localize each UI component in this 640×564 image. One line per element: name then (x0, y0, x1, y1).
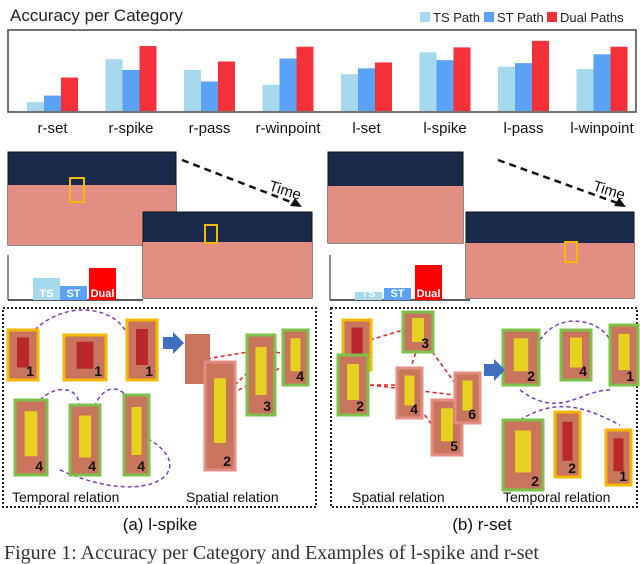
bar-r-set-2 (61, 77, 78, 111)
court-floor (328, 186, 463, 243)
player-figure (255, 347, 267, 395)
player-figure (76, 341, 94, 369)
mini-bar-label: Dual (91, 288, 115, 300)
legend-label: ST Path (497, 10, 544, 25)
panel-b-crops: 123456221241 (336, 310, 640, 492)
player-id: 1 (626, 368, 634, 384)
legend-label: TS Path (433, 10, 480, 25)
chart-legend: TS Path ST Path Dual Paths (420, 10, 624, 25)
bar-r-winpoint-2 (296, 46, 314, 111)
player-id: 2 (356, 398, 364, 414)
panel-b-right-label: Temporal relation (503, 489, 610, 505)
bar-r-pass-0 (184, 70, 201, 111)
bar-r-pass-1 (201, 81, 218, 111)
bar-r-spike-2 (139, 46, 157, 111)
mini-bar-label: TS (361, 288, 375, 300)
bar-l-set-0 (341, 74, 358, 111)
bar-l-pass-1 (515, 63, 532, 111)
legend-swatch (484, 12, 494, 22)
player-id: 1 (94, 363, 102, 379)
bar-l-pass-0 (498, 66, 515, 111)
player-id: 4 (88, 458, 96, 474)
player-figure (613, 438, 624, 472)
chart-bars (27, 40, 628, 111)
player-id: 4 (296, 368, 304, 384)
category-label: r-pass (189, 120, 231, 137)
panel-a-right-label: Spatial relation (186, 489, 279, 505)
bar-r-set-0 (27, 102, 44, 111)
panel-b-left-label: Spatial relation (352, 489, 445, 505)
player-id: 1 (145, 363, 153, 379)
player-id: 3 (421, 335, 429, 351)
legend-label: Dual Paths (560, 10, 624, 25)
category-label: l-pass (503, 120, 543, 137)
player-figure (24, 411, 38, 457)
court-floor (466, 243, 634, 298)
player-figure (515, 430, 531, 473)
panel-a-crops: 1 1 1 4 4 4 2 3 4 (6, 309, 310, 488)
player-figure (290, 338, 301, 372)
player-id: 2 (223, 453, 231, 469)
player-figure (347, 364, 359, 400)
player-figure (513, 338, 529, 372)
panel-a-left-label: Temporal relation (12, 489, 119, 505)
player-id: 6 (468, 406, 476, 422)
figure: Accuracy per Category TS Path ST Path Dual… (2, 6, 640, 564)
mini-bar-label: ST (390, 288, 404, 300)
bar-l-spike-2 (453, 47, 471, 111)
player-figure (214, 378, 226, 443)
mini-bar-label: TS (39, 288, 53, 300)
legend-swatch (420, 12, 430, 22)
bar-r-spike-1 (122, 70, 140, 111)
category-label: l-set (352, 120, 381, 137)
bar-r-spike-0 (105, 59, 123, 111)
bar-l-spike-1 (436, 60, 454, 111)
figure-caption: Figure 1: Accuracy per Category and Exam… (4, 542, 539, 564)
player-figure (441, 408, 453, 442)
panel-a-caption: (a) l-spike (123, 515, 198, 534)
player-id: 4 (35, 458, 43, 474)
player-id: 4 (410, 401, 418, 417)
arrow-right-icon (163, 332, 184, 354)
category-label: r-spike (108, 120, 153, 137)
court-floor (143, 242, 312, 298)
player-figure (131, 407, 142, 455)
player-figure (136, 329, 148, 365)
player-id: 2 (568, 460, 576, 476)
bar-l-winpoint-0 (576, 69, 594, 111)
bar-l-winpoint-1 (593, 54, 611, 111)
bar-r-winpoint-0 (262, 84, 280, 111)
mini-bar-label: Dual (417, 288, 441, 300)
category-label: r-set (38, 120, 69, 137)
mini-bar-label: ST (66, 288, 80, 300)
panel-b-caption: (b) r-set (452, 515, 512, 534)
category-label: r-winpoint (255, 120, 321, 137)
legend-swatch (547, 12, 557, 22)
player-id: 2 (531, 473, 539, 489)
bar-l-winpoint-2 (610, 46, 628, 111)
bar-l-set-1 (358, 68, 375, 111)
bar-r-pass-2 (218, 61, 235, 111)
bar-r-set-1 (44, 95, 61, 111)
bar-l-set-2 (375, 62, 392, 111)
category-label: l-winpoint (570, 120, 634, 137)
player-figure (79, 415, 91, 458)
category-label: l-spike (423, 120, 466, 137)
player-id: 3 (263, 398, 271, 414)
bar-r-winpoint-1 (279, 58, 297, 111)
player-id: 1 (26, 363, 34, 379)
player-id: 4 (137, 458, 145, 474)
player-id: 5 (450, 438, 458, 454)
category-labels: r-set r-spike r-pass r-winpoint l-set l-spike… (38, 120, 635, 137)
chart-title: Accuracy per Category (10, 6, 183, 25)
player-figure (562, 421, 573, 461)
player-id: 2 (527, 368, 535, 384)
player-id: 4 (579, 363, 587, 379)
player-figure (618, 334, 630, 370)
bar-l-pass-2 (532, 40, 549, 111)
bar-l-spike-0 (419, 52, 437, 111)
player-id: 1 (619, 468, 627, 484)
time-label: Time (591, 178, 627, 204)
